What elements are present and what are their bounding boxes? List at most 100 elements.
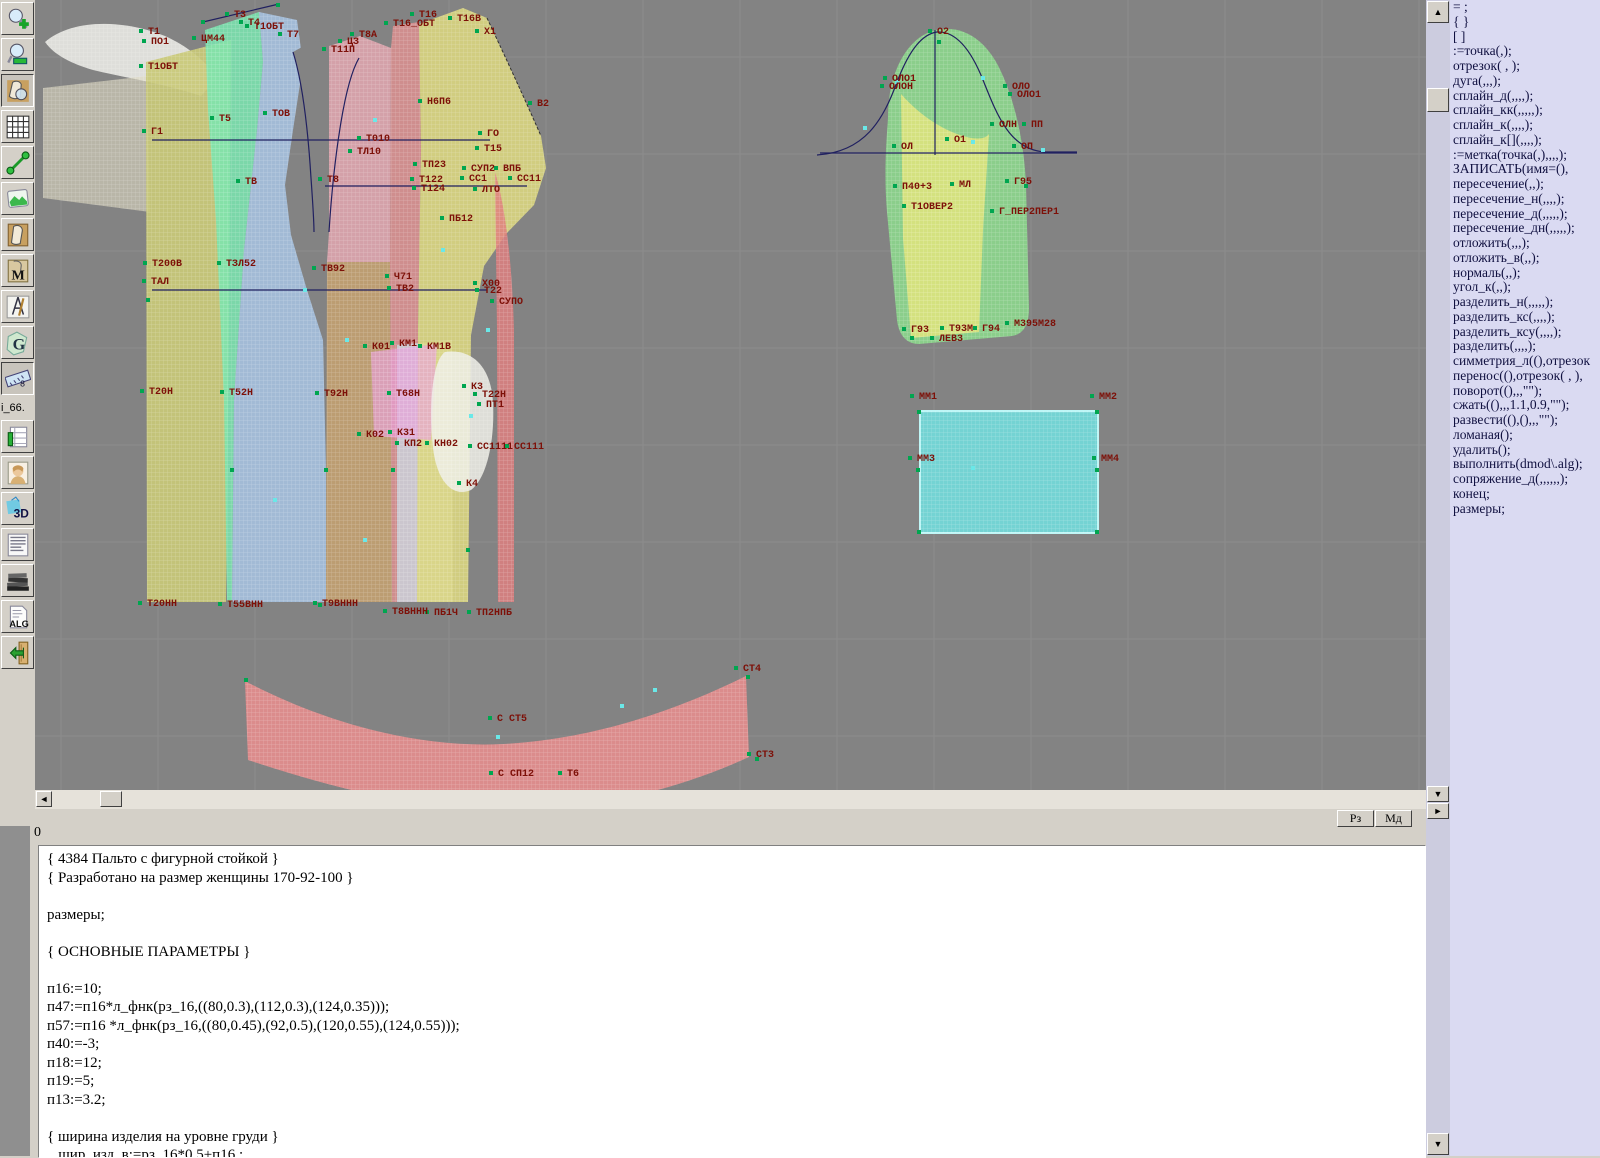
pattern-point[interactable] xyxy=(324,468,328,472)
pattern-point[interactable] xyxy=(486,328,490,332)
pattern-point[interactable] xyxy=(363,538,367,542)
algorithm-text[interactable]: { 4384 Пальто с фигурной стойкой } { Раз… xyxy=(47,850,1425,1158)
preview-pattern-icon[interactable] xyxy=(1,74,34,107)
command-item[interactable]: угол_к(,,); xyxy=(1450,280,1600,295)
pattern-point[interactable] xyxy=(489,771,493,775)
portrait-icon[interactable] xyxy=(1,456,34,489)
pattern-point[interactable] xyxy=(1041,148,1045,152)
pattern-point[interactable] xyxy=(462,384,466,388)
command-item[interactable]: дуга(,,,); xyxy=(1450,74,1600,89)
md-button[interactable]: Мд xyxy=(1375,810,1412,827)
pattern-point[interactable] xyxy=(410,12,414,16)
command-item[interactable]: разделить_ксу(,,,,); xyxy=(1450,325,1600,340)
pattern-point[interactable] xyxy=(142,39,146,43)
image-icon[interactable] xyxy=(1,182,34,215)
alg-doc-icon[interactable]: ALG xyxy=(1,600,34,633)
pattern-point[interactable] xyxy=(916,468,920,472)
pattern-point[interactable] xyxy=(468,444,472,448)
command-item[interactable]: :=точка(,); xyxy=(1450,44,1600,59)
pattern-point[interactable] xyxy=(746,675,750,679)
pattern-point[interactable] xyxy=(460,176,464,180)
pattern-point[interactable] xyxy=(348,149,352,153)
pattern-point[interactable] xyxy=(276,3,280,7)
pattern-point[interactable] xyxy=(747,752,751,756)
pattern-point[interactable] xyxy=(620,704,624,708)
pattern-point[interactable] xyxy=(496,735,500,739)
pattern-point[interactable] xyxy=(940,326,944,330)
measure-line-icon[interactable] xyxy=(1,146,34,179)
scroll-down-icon[interactable]: ▼ xyxy=(1427,786,1449,802)
pattern-point[interactable] xyxy=(373,118,377,122)
pattern-point[interactable] xyxy=(225,12,229,16)
pattern-point[interactable] xyxy=(1005,179,1009,183)
pattern-point[interactable] xyxy=(1003,84,1007,88)
pattern-point[interactable] xyxy=(473,187,477,191)
command-item[interactable]: = ; xyxy=(1450,0,1600,15)
pattern-point[interactable] xyxy=(357,432,361,436)
books-icon[interactable] xyxy=(1,564,34,597)
pattern-point[interactable] xyxy=(322,47,326,51)
pattern-point[interactable] xyxy=(318,177,322,181)
pattern-point[interactable] xyxy=(1090,394,1094,398)
pattern-point[interactable] xyxy=(363,344,367,348)
vscroll-thumb[interactable] xyxy=(1427,88,1449,112)
pattern-point[interactable] xyxy=(892,144,896,148)
command-item[interactable]: пересечение(,,); xyxy=(1450,177,1600,192)
pattern-point[interactable] xyxy=(220,390,224,394)
command-item[interactable]: сопряжение_д(,,,,,,); xyxy=(1450,472,1600,487)
command-item[interactable]: отрезок( , ); xyxy=(1450,59,1600,74)
pattern-point[interactable] xyxy=(385,274,389,278)
pattern-point[interactable] xyxy=(218,602,222,606)
pattern-point[interactable] xyxy=(315,391,319,395)
command-item[interactable]: размеры; xyxy=(1450,502,1600,517)
pattern-point[interactable] xyxy=(1095,410,1099,414)
3d-icon[interactable]: 3D xyxy=(1,492,34,525)
pattern-point[interactable] xyxy=(143,261,147,265)
pattern-point[interactable] xyxy=(653,688,657,692)
command-item[interactable]: нормаль(,,); xyxy=(1450,266,1600,281)
command-item[interactable]: ломаная(); xyxy=(1450,428,1600,443)
exit-icon[interactable] xyxy=(1,636,34,669)
pattern-point[interactable] xyxy=(930,336,934,340)
pattern-point[interactable] xyxy=(902,327,906,331)
pattern-m-icon[interactable]: M xyxy=(1,254,34,287)
command-item[interactable]: сплайн_к(,,,,); xyxy=(1450,118,1600,133)
command-item[interactable]: пересечение_н(,,,,); xyxy=(1450,192,1600,207)
hscroll-thumb[interactable] xyxy=(100,791,122,807)
scroll-left-icon[interactable]: ◄ xyxy=(36,791,52,807)
pattern-point[interactable] xyxy=(387,391,391,395)
pattern-point[interactable] xyxy=(990,209,994,213)
pattern-point[interactable] xyxy=(910,336,914,340)
pattern-point[interactable] xyxy=(508,176,512,180)
pattern-point[interactable] xyxy=(893,184,897,188)
pattern-point[interactable] xyxy=(528,101,532,105)
pattern-point[interactable] xyxy=(1095,530,1099,534)
pattern-point[interactable] xyxy=(910,394,914,398)
pattern-point[interactable] xyxy=(350,32,354,36)
pattern-point[interactable] xyxy=(357,136,361,140)
algorithm-editor[interactable]: { 4384 Пальто с фигурной стойкой } { Раз… xyxy=(38,845,1426,1158)
pattern-point[interactable] xyxy=(244,678,248,682)
pattern-point[interactable] xyxy=(902,204,906,208)
pattern-point[interactable] xyxy=(971,140,975,144)
pattern-point[interactable] xyxy=(734,666,738,670)
scroll-up-icon[interactable]: ▲ xyxy=(1427,1,1449,23)
pattern-point[interactable] xyxy=(466,548,470,552)
pattern-point[interactable] xyxy=(192,36,196,40)
pattern-point[interactable] xyxy=(475,29,479,33)
pattern-point[interactable] xyxy=(863,126,867,130)
pattern-point[interactable] xyxy=(312,266,316,270)
pattern-point[interactable] xyxy=(395,441,399,445)
pattern-point[interactable] xyxy=(490,299,494,303)
pattern-point[interactable] xyxy=(475,288,479,292)
pattern-point[interactable] xyxy=(140,389,144,393)
command-item[interactable]: [ ] xyxy=(1450,30,1600,45)
pattern-point[interactable] xyxy=(883,76,887,80)
command-item[interactable]: симметрия_л((),отрезок xyxy=(1450,354,1600,369)
horizontal-scrollbar[interactable]: ◄ xyxy=(35,790,1426,809)
pattern-point[interactable] xyxy=(488,716,492,720)
grid-icon[interactable] xyxy=(1,110,34,143)
pattern-point[interactable] xyxy=(448,16,452,20)
pattern-point[interactable] xyxy=(440,216,444,220)
pattern-point[interactable] xyxy=(971,466,975,470)
